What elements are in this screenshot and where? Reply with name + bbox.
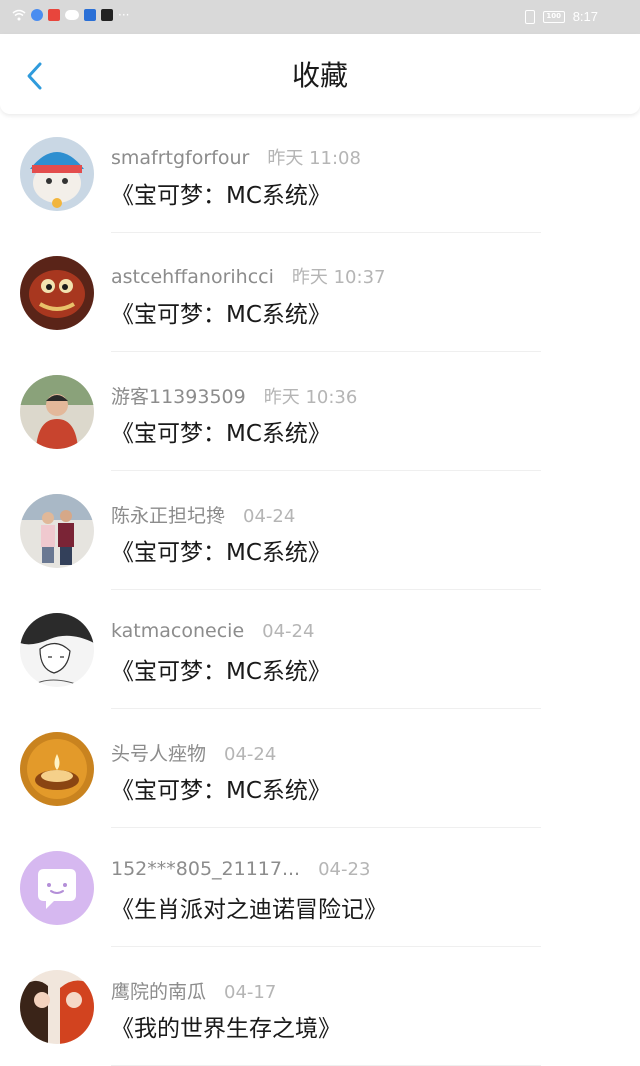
username: 鹰院的南瓜 (111, 981, 207, 1003)
overflow-icon: ··· (118, 8, 130, 22)
list-item[interactable]: 陈永正担圮搀 04-24 《宝可梦：MC系统》 (0, 471, 640, 590)
book-title[interactable]: 《宝可梦：MC系统》 (111, 414, 331, 448)
timestamp: 04-24 (224, 744, 277, 765)
timestamp: 昨天 11:08 (267, 148, 361, 169)
item-meta: 陈永正担圮搀 04-24 (111, 501, 295, 528)
avatar[interactable] (20, 613, 94, 687)
book-title[interactable]: 《宝可梦：MC系统》 (111, 771, 331, 805)
timestamp: 昨天 10:37 (291, 267, 386, 288)
book-title[interactable]: 《宝可梦：MC系统》 (111, 533, 331, 567)
wifi-icon (12, 9, 26, 21)
avatar[interactable] (20, 851, 94, 925)
book-title[interactable]: 《宝可梦：MC系统》 (111, 295, 331, 329)
avatar[interactable] (20, 732, 94, 806)
avatar[interactable] (20, 137, 94, 211)
book-title[interactable]: 《宝可梦：MC系统》 (111, 652, 331, 686)
app-icon (48, 9, 60, 21)
timestamp: 04-24 (243, 506, 296, 527)
cloud-icon (65, 10, 79, 20)
timestamp: 昨天 10:36 (263, 387, 358, 408)
username: smafrtgforfour (111, 147, 250, 169)
header: 收藏 (0, 34, 640, 114)
favorites-list: smafrtgforfour 昨天 11:08 《宝可梦：MC系统》 astce… (0, 114, 640, 1066)
list-item[interactable]: astcehffanorihcci 昨天 10:37 《宝可梦：MC系统》 (0, 233, 640, 352)
item-meta: katmaconecie 04-24 (111, 620, 314, 642)
item-meta: 152***805_21117... 04-23 (111, 858, 370, 880)
username: 陈永正担圮搀 (111, 505, 226, 527)
username: 头号人痤物 (111, 743, 207, 765)
list-item[interactable]: katmaconecie 04-24 《宝可梦：MC系统》 (0, 590, 640, 709)
username: katmaconecie (111, 620, 245, 642)
username: 152***805_21117... (111, 858, 301, 880)
app-icon (101, 9, 113, 21)
book-title[interactable]: 《我的世界生存之境》 (111, 1009, 341, 1043)
status-time: 8:17 (572, 9, 598, 24)
item-meta: astcehffanorihcci 昨天 10:37 (111, 263, 385, 289)
app-icon (84, 9, 96, 21)
book-title[interactable]: 《宝可梦：MC系统》 (111, 176, 331, 210)
list-item[interactable]: 头号人痤物 04-24 《宝可梦：MC系统》 (0, 709, 640, 828)
list-item[interactable]: smafrtgforfour 昨天 11:08 《宝可梦：MC系统》 (0, 114, 640, 233)
status-bar: ··· 100 8:17 (0, 0, 640, 34)
status-icons-left: ··· (12, 9, 129, 21)
avatar[interactable] (20, 970, 94, 1044)
item-meta: smafrtgforfour 昨天 11:08 (111, 144, 361, 170)
app-icon (31, 9, 43, 21)
list-item[interactable]: 鹰院的南瓜 04-17 《我的世界生存之境》 (0, 947, 640, 1066)
page-title: 收藏 (291, 59, 348, 92)
avatar[interactable] (20, 494, 94, 568)
item-meta: 鹰院的南瓜 04-17 (111, 977, 276, 1004)
timestamp: 04-24 (262, 621, 315, 642)
item-meta: 游客11393509 昨天 10:36 (111, 382, 357, 409)
vibrate-icon (524, 9, 535, 24)
status-icons-right: 100 8:17 (524, 9, 598, 24)
avatar[interactable] (20, 375, 94, 449)
list-item[interactable]: 152***805_21117... 04-23 《生肖派对之迪诺冒险记》 (0, 828, 640, 947)
timestamp: 04-23 (318, 859, 371, 880)
list-item[interactable]: 游客11393509 昨天 10:36 《宝可梦：MC系统》 (0, 352, 640, 471)
username: astcehffanorihcci (111, 266, 274, 288)
book-title[interactable]: 《生肖派对之迪诺冒险记》 (111, 890, 387, 924)
timestamp: 04-17 (224, 982, 277, 1003)
username: 游客11393509 (111, 386, 246, 408)
avatar[interactable] (20, 256, 94, 330)
item-meta: 头号人痤物 04-24 (111, 739, 276, 766)
battery-icon: 100 (542, 10, 565, 23)
